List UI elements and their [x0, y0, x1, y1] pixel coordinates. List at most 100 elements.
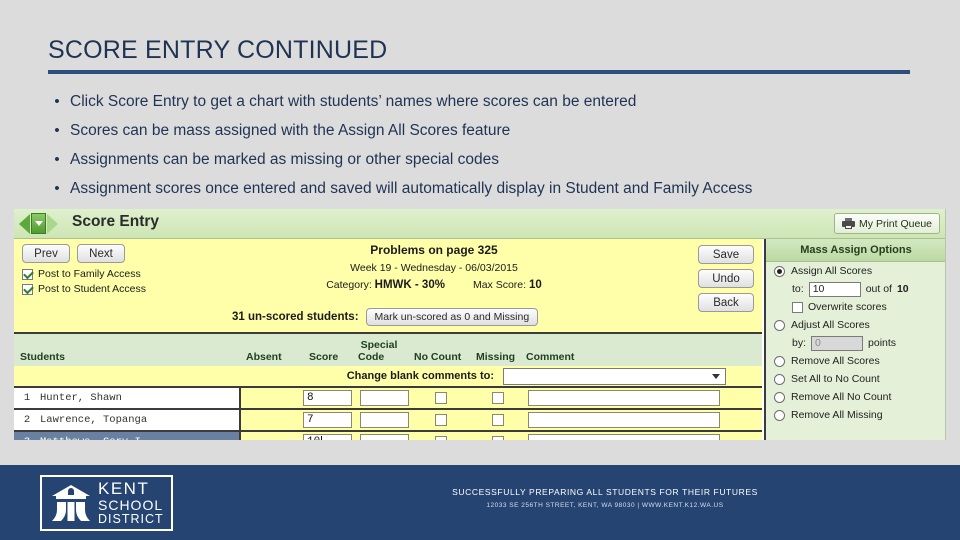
special-code-input[interactable]	[360, 390, 409, 406]
score-input[interactable]: 7	[303, 412, 352, 428]
remove-all-missing-radio[interactable]	[774, 409, 785, 421]
adjust-all-scores-radio[interactable]	[774, 319, 785, 331]
remove-all-scores-label: Remove All Scores	[791, 355, 880, 367]
assignment-name: Problems on page 325	[370, 243, 498, 257]
action-buttons: Save Undo Back	[698, 245, 754, 312]
remove-all-no-count-label: Remove All No Count	[791, 391, 892, 403]
bullet-text: Assignments can be marked as missing or …	[70, 151, 500, 168]
list-item: • Assignments can be marked as missing o…	[44, 146, 934, 175]
change-blank-comments-row: Change blank comments to:	[14, 366, 762, 388]
missing-checkbox[interactable]	[492, 414, 504, 426]
bullet-icon: •	[54, 122, 60, 139]
forward-arrow-icon[interactable]	[47, 213, 58, 234]
post-to-family-access-label: Post to Family Access	[38, 268, 141, 280]
special-code-input[interactable]	[360, 434, 409, 440]
post-to-student-access-row[interactable]: Post to Student Access	[22, 283, 146, 295]
remove-all-scores-radio[interactable]	[774, 355, 785, 367]
assign-all-scores-option[interactable]: Assign All Scores	[766, 262, 945, 280]
remove-all-missing-option[interactable]: Remove All Missing	[766, 406, 945, 424]
mark-unscored-button[interactable]: Mark un-scored as 0 and Missing	[365, 308, 539, 326]
score-input[interactable]: 10	[303, 434, 352, 440]
footer-tagline: SUCCESSFULLY PREPARING ALL STUDENTS FOR …	[452, 487, 758, 497]
missing-checkbox[interactable]	[492, 392, 504, 404]
list-item: • Assignment scores once entered and sav…	[44, 175, 934, 204]
overwrite-scores-row[interactable]: Overwrite scores	[766, 298, 945, 316]
title-divider	[48, 70, 910, 74]
set-all-no-count-option[interactable]: Set All to No Count	[766, 370, 945, 388]
overwrite-scores-label: Overwrite scores	[808, 301, 887, 313]
text-caret	[321, 436, 323, 440]
score-entry-screenshot: Score Entry My Print Queue Prev Next Pos…	[14, 209, 946, 440]
no-count-checkbox[interactable]	[435, 392, 447, 404]
post-to-family-access-row[interactable]: Post to Family Access	[22, 268, 141, 280]
bullet-text: Scores can be mass assigned with the Ass…	[70, 122, 511, 139]
special-code-input[interactable]	[360, 412, 409, 428]
column-absent: Absent	[246, 351, 282, 363]
remove-all-no-count-radio[interactable]	[774, 391, 785, 403]
nav-dropdown-icon[interactable]	[31, 213, 46, 234]
table-row[interactable]: 3 Matthews, Cory I 10	[14, 432, 762, 440]
assignment-info: Problems on page 325 Week 19 - Wednesday…	[264, 243, 604, 291]
row-index: 2	[23, 414, 31, 426]
save-button[interactable]: Save	[698, 245, 754, 264]
missing-checkbox[interactable]	[492, 436, 504, 440]
prev-next-group: Prev Next	[22, 244, 125, 263]
adjust-by-input[interactable]: 0	[811, 335, 864, 351]
table-row[interactable]: 1 Hunter, Shawn 8	[14, 388, 762, 410]
remove-all-missing-label: Remove All Missing	[791, 409, 883, 421]
assign-to-label: to:	[792, 283, 804, 295]
my-print-queue-label: My Print Queue	[859, 217, 932, 230]
no-count-checkbox[interactable]	[435, 414, 447, 426]
next-button[interactable]: Next	[77, 244, 125, 263]
assignment-form: Prev Next Post to Family Access Post to …	[14, 239, 762, 334]
comment-input[interactable]	[528, 412, 720, 428]
slide-footer: KENT SCHOOL DISTRICT SUCCESSFULLY PREPAR…	[0, 465, 960, 540]
comment-input[interactable]	[528, 434, 720, 440]
score-input[interactable]: 8	[303, 390, 352, 406]
comment-input[interactable]	[528, 390, 720, 406]
bullet-icon: •	[54, 93, 60, 110]
undo-button[interactable]: Undo	[698, 269, 754, 288]
list-item: • Scores can be mass assigned with the A…	[44, 117, 934, 146]
page-title: SCORE ENTRY CONTINUED	[48, 36, 388, 64]
set-all-no-count-label: Set All to No Count	[791, 373, 880, 385]
assign-all-scores-radio[interactable]	[774, 265, 785, 277]
student-name-cell[interactable]: 1 Hunter, Shawn	[14, 388, 241, 408]
row-index: 3	[14, 436, 40, 440]
row-index: 1	[23, 392, 31, 404]
out-of-value: 10	[896, 283, 909, 295]
no-count-checkbox[interactable]	[435, 436, 447, 440]
mass-assign-panel: Mass Assign Options Assign All Scores to…	[764, 239, 945, 440]
overwrite-scores-checkbox[interactable]	[792, 301, 803, 313]
adjust-all-scores-option[interactable]: Adjust All Scores	[766, 316, 945, 334]
prev-button[interactable]: Prev	[22, 244, 70, 263]
post-to-student-access-checkbox[interactable]	[22, 283, 33, 295]
table-header: Students Absent Score Special Code No Co…	[14, 334, 762, 366]
column-students: Students	[20, 351, 65, 363]
assignment-meta: Category: HMWK - 30% Max Score: 10	[264, 279, 604, 291]
set-all-no-count-radio[interactable]	[774, 373, 785, 385]
student-name-cell[interactable]: 3 Matthews, Cory I	[14, 432, 241, 440]
assign-to-row: to: 10 out of 10	[766, 280, 945, 298]
column-score: Score	[309, 351, 339, 363]
back-button[interactable]: Back	[698, 293, 754, 312]
student-name: Matthews, Cory I	[40, 436, 141, 440]
adjust-by-row: by: 0 points	[766, 334, 945, 352]
my-print-queue-button[interactable]: My Print Queue	[834, 213, 940, 234]
unscored-row: 31 un-scored students: Mark un-scored as…	[232, 308, 539, 326]
navigation-arrows[interactable]	[19, 213, 58, 234]
student-name-cell[interactable]: 2 Lawrence, Topanga	[14, 410, 241, 430]
remove-all-no-count-option[interactable]: Remove All No Count	[766, 388, 945, 406]
back-arrow-icon[interactable]	[19, 213, 30, 234]
assign-to-input[interactable]: 10	[808, 281, 861, 297]
table-row[interactable]: 2 Lawrence, Topanga 7	[14, 410, 762, 432]
remove-all-scores-option[interactable]: Remove All Scores	[766, 352, 945, 370]
footer-address: 12033 SE 256TH STREET, KENT, WA 98030 | …	[486, 502, 724, 509]
bullet-list: • Click Score Entry to get a chart with …	[44, 88, 934, 204]
student-name: Hunter, Shawn	[40, 392, 122, 404]
app-title: Score Entry	[72, 213, 160, 230]
change-blank-comments-select[interactable]	[503, 368, 726, 385]
post-to-family-access-checkbox[interactable]	[22, 268, 33, 280]
chevron-down-icon	[712, 374, 720, 379]
list-item: • Click Score Entry to get a chart with …	[44, 88, 934, 117]
